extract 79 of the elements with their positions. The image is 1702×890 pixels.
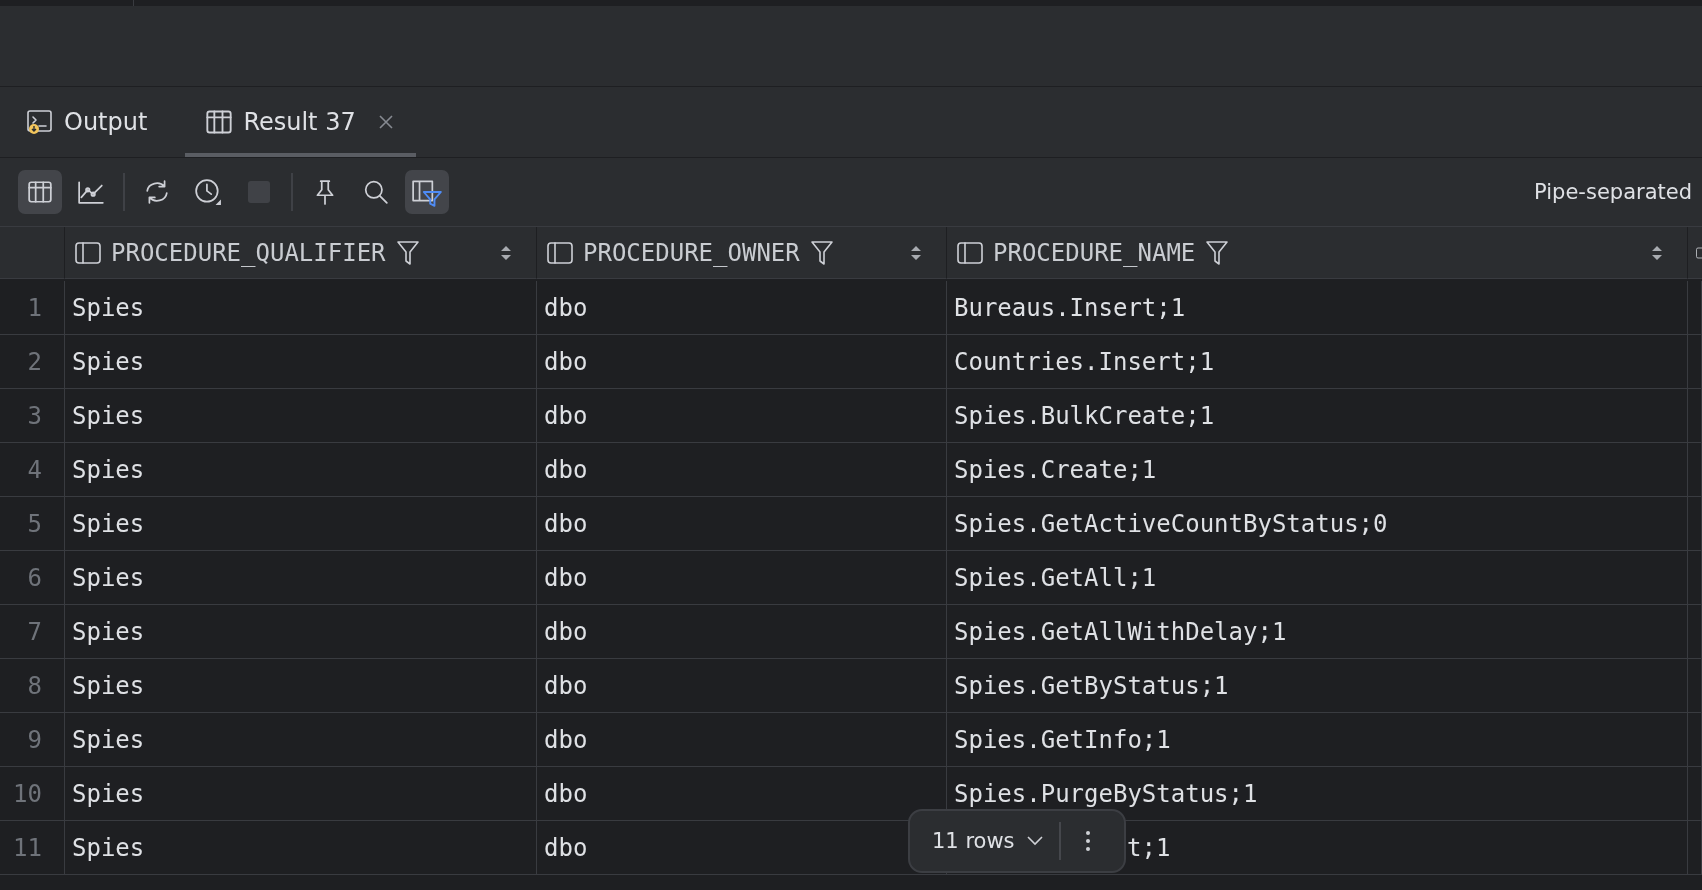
table-cell: [1688, 443, 1702, 497]
console-icon: [26, 108, 54, 136]
table-cell: Spies.GetInfo;1: [947, 713, 1688, 767]
table-cell: [1688, 551, 1702, 605]
row-number: 9: [0, 713, 65, 767]
table-cell: [1688, 659, 1702, 713]
column-icon: [547, 241, 573, 264]
table-cell: [1688, 767, 1702, 821]
table-cell: Countries.Insert;1: [947, 335, 1688, 389]
filter-icon[interactable]: [395, 239, 420, 266]
close-icon[interactable]: [377, 114, 394, 130]
row-number: 11: [0, 821, 65, 875]
row-number: 10: [0, 767, 65, 821]
tab[interactable]: Output: [20, 87, 164, 157]
row-number: 6: [0, 551, 65, 605]
table-cell: [1688, 389, 1702, 443]
row-number: 4: [0, 443, 65, 497]
table-cell: Spies: [65, 659, 537, 713]
table-cell: [1688, 821, 1702, 875]
table-button[interactable]: [18, 170, 62, 214]
column-header[interactable]: PROCEDURE_NAME: [947, 227, 1688, 279]
table-cell: [1688, 335, 1702, 389]
table-cell: Spies: [65, 443, 537, 497]
line-chart-icon: [77, 179, 105, 205]
table-cell: Spies: [65, 605, 537, 659]
table-cell: dbo: [537, 605, 947, 659]
table-cell: dbo: [537, 443, 947, 497]
table-cell: [1688, 497, 1702, 551]
table-cell: [1688, 713, 1702, 767]
sort-icon[interactable]: [910, 244, 922, 261]
table-cell: dbo: [537, 497, 947, 551]
column-icon: [75, 241, 101, 264]
row-number: 5: [0, 497, 65, 551]
table-cell: Spies: [65, 335, 537, 389]
filter-columns-button[interactable]: [405, 170, 449, 214]
table-cell: dbo: [537, 281, 947, 335]
search-icon: [363, 179, 389, 205]
table-cell: dbo: [537, 713, 947, 767]
table-cell: Spies: [65, 821, 537, 875]
filter-icon[interactable]: [809, 239, 834, 266]
column-icon: [957, 241, 983, 264]
filter-icon[interactable]: [1205, 239, 1230, 266]
table-cell: Spies: [65, 281, 537, 335]
row-number: 1: [0, 281, 65, 335]
table-cell: dbo: [537, 551, 947, 605]
column-filter-icon: [411, 177, 443, 207]
table-cell: Spies.GetAllWithDelay;1: [947, 605, 1688, 659]
table-cell: Bureaus.Insert;1: [947, 281, 1688, 335]
sort-icon[interactable]: [500, 244, 512, 261]
sort-icon[interactable]: [1651, 244, 1663, 261]
table-cell: Spies: [65, 767, 537, 821]
table-cell: dbo: [537, 659, 947, 713]
table-cell: Spies.GetAll;1: [947, 551, 1688, 605]
table-cell: [1688, 281, 1702, 335]
table-cell: Spies.BulkCreate;1: [947, 389, 1688, 443]
column-header[interactable]: PROCEDURE_QUALIFIER: [65, 227, 537, 279]
table-cell: dbo: [537, 335, 947, 389]
row-number: 7: [0, 605, 65, 659]
column-header[interactable]: [1688, 227, 1702, 279]
export-format-label[interactable]: Pipe-separated: [1534, 180, 1692, 204]
table-cell: Spies: [65, 389, 537, 443]
row-number: 3: [0, 389, 65, 443]
table-cell: Spies.GetActiveCountByStatus;0: [947, 497, 1688, 551]
clock-icon: [193, 178, 223, 206]
row-number: 2: [0, 335, 65, 389]
table-cell: Spies: [65, 497, 537, 551]
column-header[interactable]: PROCEDURE_OWNER: [537, 227, 947, 279]
table-cell: Spies: [65, 713, 537, 767]
table-cell: [1688, 605, 1702, 659]
table-icon: [205, 108, 234, 136]
chevron-down-icon: [1026, 836, 1043, 846]
table-icon: [27, 179, 53, 205]
pin-icon: [314, 179, 336, 205]
table-cell: Spies.Create;1: [947, 443, 1688, 497]
table-cell: dbo: [537, 389, 947, 443]
table-cell: Spies: [65, 551, 537, 605]
more-icon[interactable]: [1084, 830, 1091, 852]
table-cell: Spies.GetByStatus;1: [947, 659, 1688, 713]
row-number: 8: [0, 659, 65, 713]
